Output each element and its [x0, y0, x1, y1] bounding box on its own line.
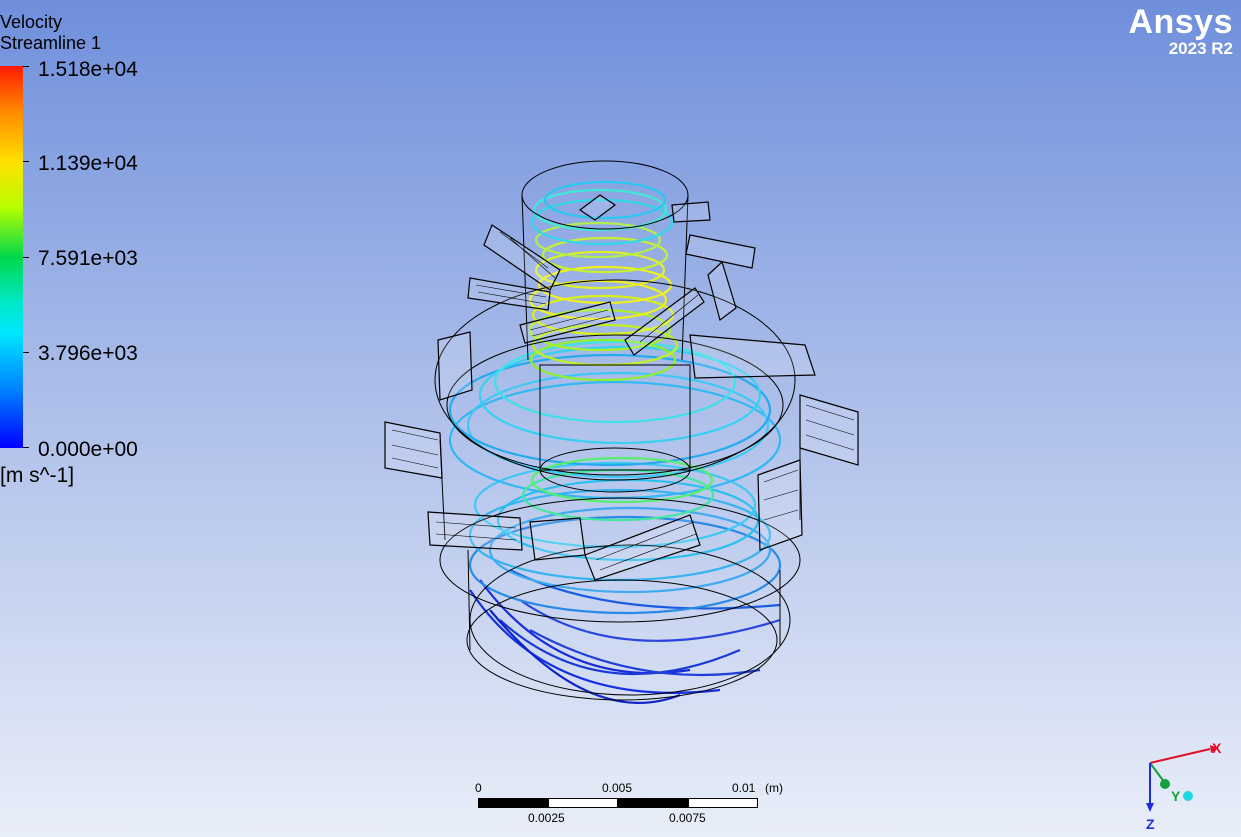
legend-tick-label: 7.591e+03 [38, 247, 138, 270]
z-axis-arrow-icon [1146, 803, 1154, 812]
scale-label: 0.0025 [528, 811, 565, 825]
3d-viewport[interactable] [360, 150, 880, 720]
y-axis-label: Y [1171, 788, 1181, 804]
scale-segment [548, 798, 618, 808]
scale-label: 0.0075 [669, 811, 706, 825]
legend-tick [23, 447, 29, 448]
scale-segment [618, 798, 688, 808]
legend-tick [23, 352, 29, 353]
axis-triad[interactable]: X Y Z [1138, 735, 1228, 835]
x-axis-label: X [1212, 740, 1222, 756]
legend-tick-label: 0.000e+00 [38, 438, 138, 461]
legend-tick-label: 1.139e+04 [38, 152, 138, 175]
legend-unit: [m s^-1] [0, 464, 75, 487]
brand-version: 2023 R2 [1168, 39, 1233, 58]
scale-bar: 0 0.005 0.01 (m) 0.0025 0.0075 [470, 778, 800, 828]
legend-tick [23, 66, 29, 67]
scale-label: 0 [475, 781, 482, 795]
legend-tick-label: 3.796e+03 [38, 342, 138, 365]
y-axis-ball-icon [1160, 779, 1170, 789]
legend-tick [23, 257, 29, 258]
view-sphere-icon [1183, 791, 1193, 801]
legend-subtitle: Streamline 1 [0, 33, 102, 53]
color-bar [0, 66, 23, 448]
scale-segment [688, 798, 758, 808]
scale-segment [478, 798, 548, 808]
scale-unit: (m) [765, 781, 783, 795]
ansys-logo: Ansys 2023 R2 [1128, 4, 1233, 58]
x-axis-line [1149, 748, 1211, 764]
scale-label: 0.005 [602, 781, 633, 795]
legend-tick-label: 1.518e+04 [38, 58, 138, 81]
scale-label: 0.01 [732, 781, 756, 795]
z-axis-label: Z [1146, 816, 1155, 832]
brand-name: Ansys [1128, 3, 1233, 41]
legend-tick [23, 161, 29, 162]
legend-title: Velocity [0, 12, 63, 32]
